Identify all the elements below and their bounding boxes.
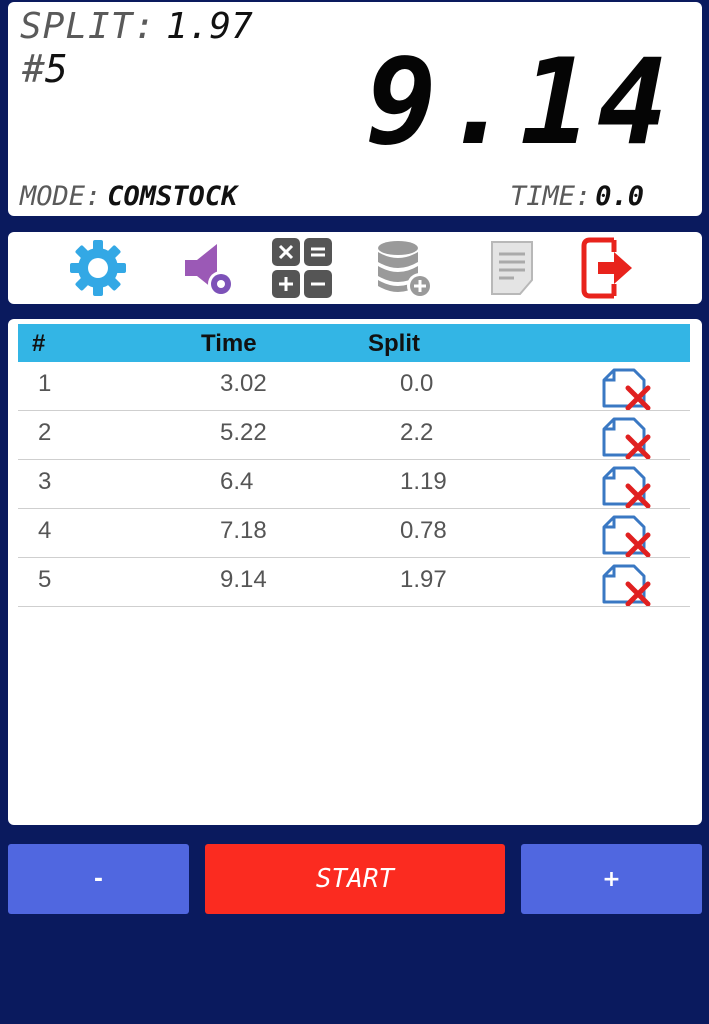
calculator-icon bbox=[272, 238, 332, 298]
start-button[interactable]: START bbox=[205, 844, 505, 914]
delete-row-icon[interactable] bbox=[600, 509, 654, 557]
table-row: 1 3.02 0.0 bbox=[18, 362, 690, 411]
time-readout: TIME: 0.0 bbox=[510, 180, 644, 214]
delete-row-icon[interactable] bbox=[600, 460, 654, 508]
gear-icon bbox=[70, 240, 126, 296]
total-time: 9.14 bbox=[365, 33, 674, 171]
row-time: 9.14 bbox=[220, 566, 267, 593]
database-add-button[interactable] bbox=[370, 236, 438, 300]
row-time: 7.18 bbox=[220, 517, 267, 544]
delete-row-icon[interactable] bbox=[600, 362, 654, 410]
row-time: 6.4 bbox=[220, 468, 254, 495]
calculator-button[interactable] bbox=[268, 236, 336, 300]
shot-count: #5 bbox=[22, 48, 68, 90]
table-row: 4 7.18 0.78 bbox=[18, 509, 690, 558]
count-value: 5 bbox=[44, 47, 68, 91]
table-row: 5 9.14 1.97 bbox=[18, 558, 690, 607]
mode-value: COMSTOCK bbox=[107, 181, 238, 212]
settings-button[interactable] bbox=[64, 236, 132, 300]
table-row: 2 5.22 2.2 bbox=[18, 411, 690, 460]
table-header: # Time Split bbox=[18, 324, 690, 362]
row-time: 3.02 bbox=[220, 370, 267, 397]
row-split: 1.97 bbox=[400, 566, 447, 593]
toolbar bbox=[8, 232, 702, 304]
notes-button[interactable] bbox=[478, 236, 546, 300]
sound-settings-icon bbox=[185, 244, 234, 297]
row-split: 2.2 bbox=[400, 419, 434, 446]
split-value: 1.97 bbox=[166, 6, 253, 47]
timer-display: SPLIT: 1.97 #5 9.14 MODE: COMSTOCK TIME: 0.… bbox=[8, 2, 702, 216]
header-time: Time bbox=[201, 330, 257, 357]
delete-row-icon[interactable] bbox=[600, 411, 654, 459]
delete-row-icon[interactable] bbox=[600, 558, 654, 606]
plus-button[interactable]: + bbox=[521, 844, 702, 914]
table-row: 3 6.4 1.19 bbox=[18, 460, 690, 509]
time-value: 0.0 bbox=[595, 181, 644, 212]
mode-readout: MODE: COMSTOCK bbox=[20, 180, 237, 214]
count-hash: # bbox=[22, 47, 45, 91]
row-num: 3 bbox=[38, 468, 52, 495]
split-label: SPLIT: bbox=[20, 6, 157, 47]
exit-icon bbox=[581, 237, 632, 299]
database-add-icon bbox=[378, 241, 433, 299]
split-readout: SPLIT: 1.97 bbox=[20, 6, 253, 48]
notes-icon bbox=[491, 241, 533, 295]
sound-settings-button[interactable] bbox=[173, 236, 241, 300]
row-num: 5 bbox=[38, 566, 52, 593]
mode-label: MODE: bbox=[20, 181, 102, 212]
row-num: 2 bbox=[38, 419, 52, 446]
header-split: Split bbox=[368, 330, 420, 357]
row-split: 1.19 bbox=[400, 468, 447, 495]
exit-button[interactable] bbox=[576, 236, 644, 300]
row-split: 0.78 bbox=[400, 517, 447, 544]
splits-table: # Time Split 1 3.02 0.0 2 5.22 2.2 3 6.4… bbox=[8, 319, 702, 825]
row-split: 0.0 bbox=[400, 370, 434, 397]
table-body: 1 3.02 0.0 2 5.22 2.2 3 6.4 1.19 4 7.18 … bbox=[18, 362, 690, 607]
row-time: 5.22 bbox=[220, 419, 267, 446]
minus-button[interactable]: - bbox=[8, 844, 189, 914]
row-num: 4 bbox=[38, 517, 52, 544]
header-num: # bbox=[32, 330, 46, 357]
row-num: 1 bbox=[38, 370, 52, 397]
time-label: TIME: bbox=[509, 181, 592, 212]
